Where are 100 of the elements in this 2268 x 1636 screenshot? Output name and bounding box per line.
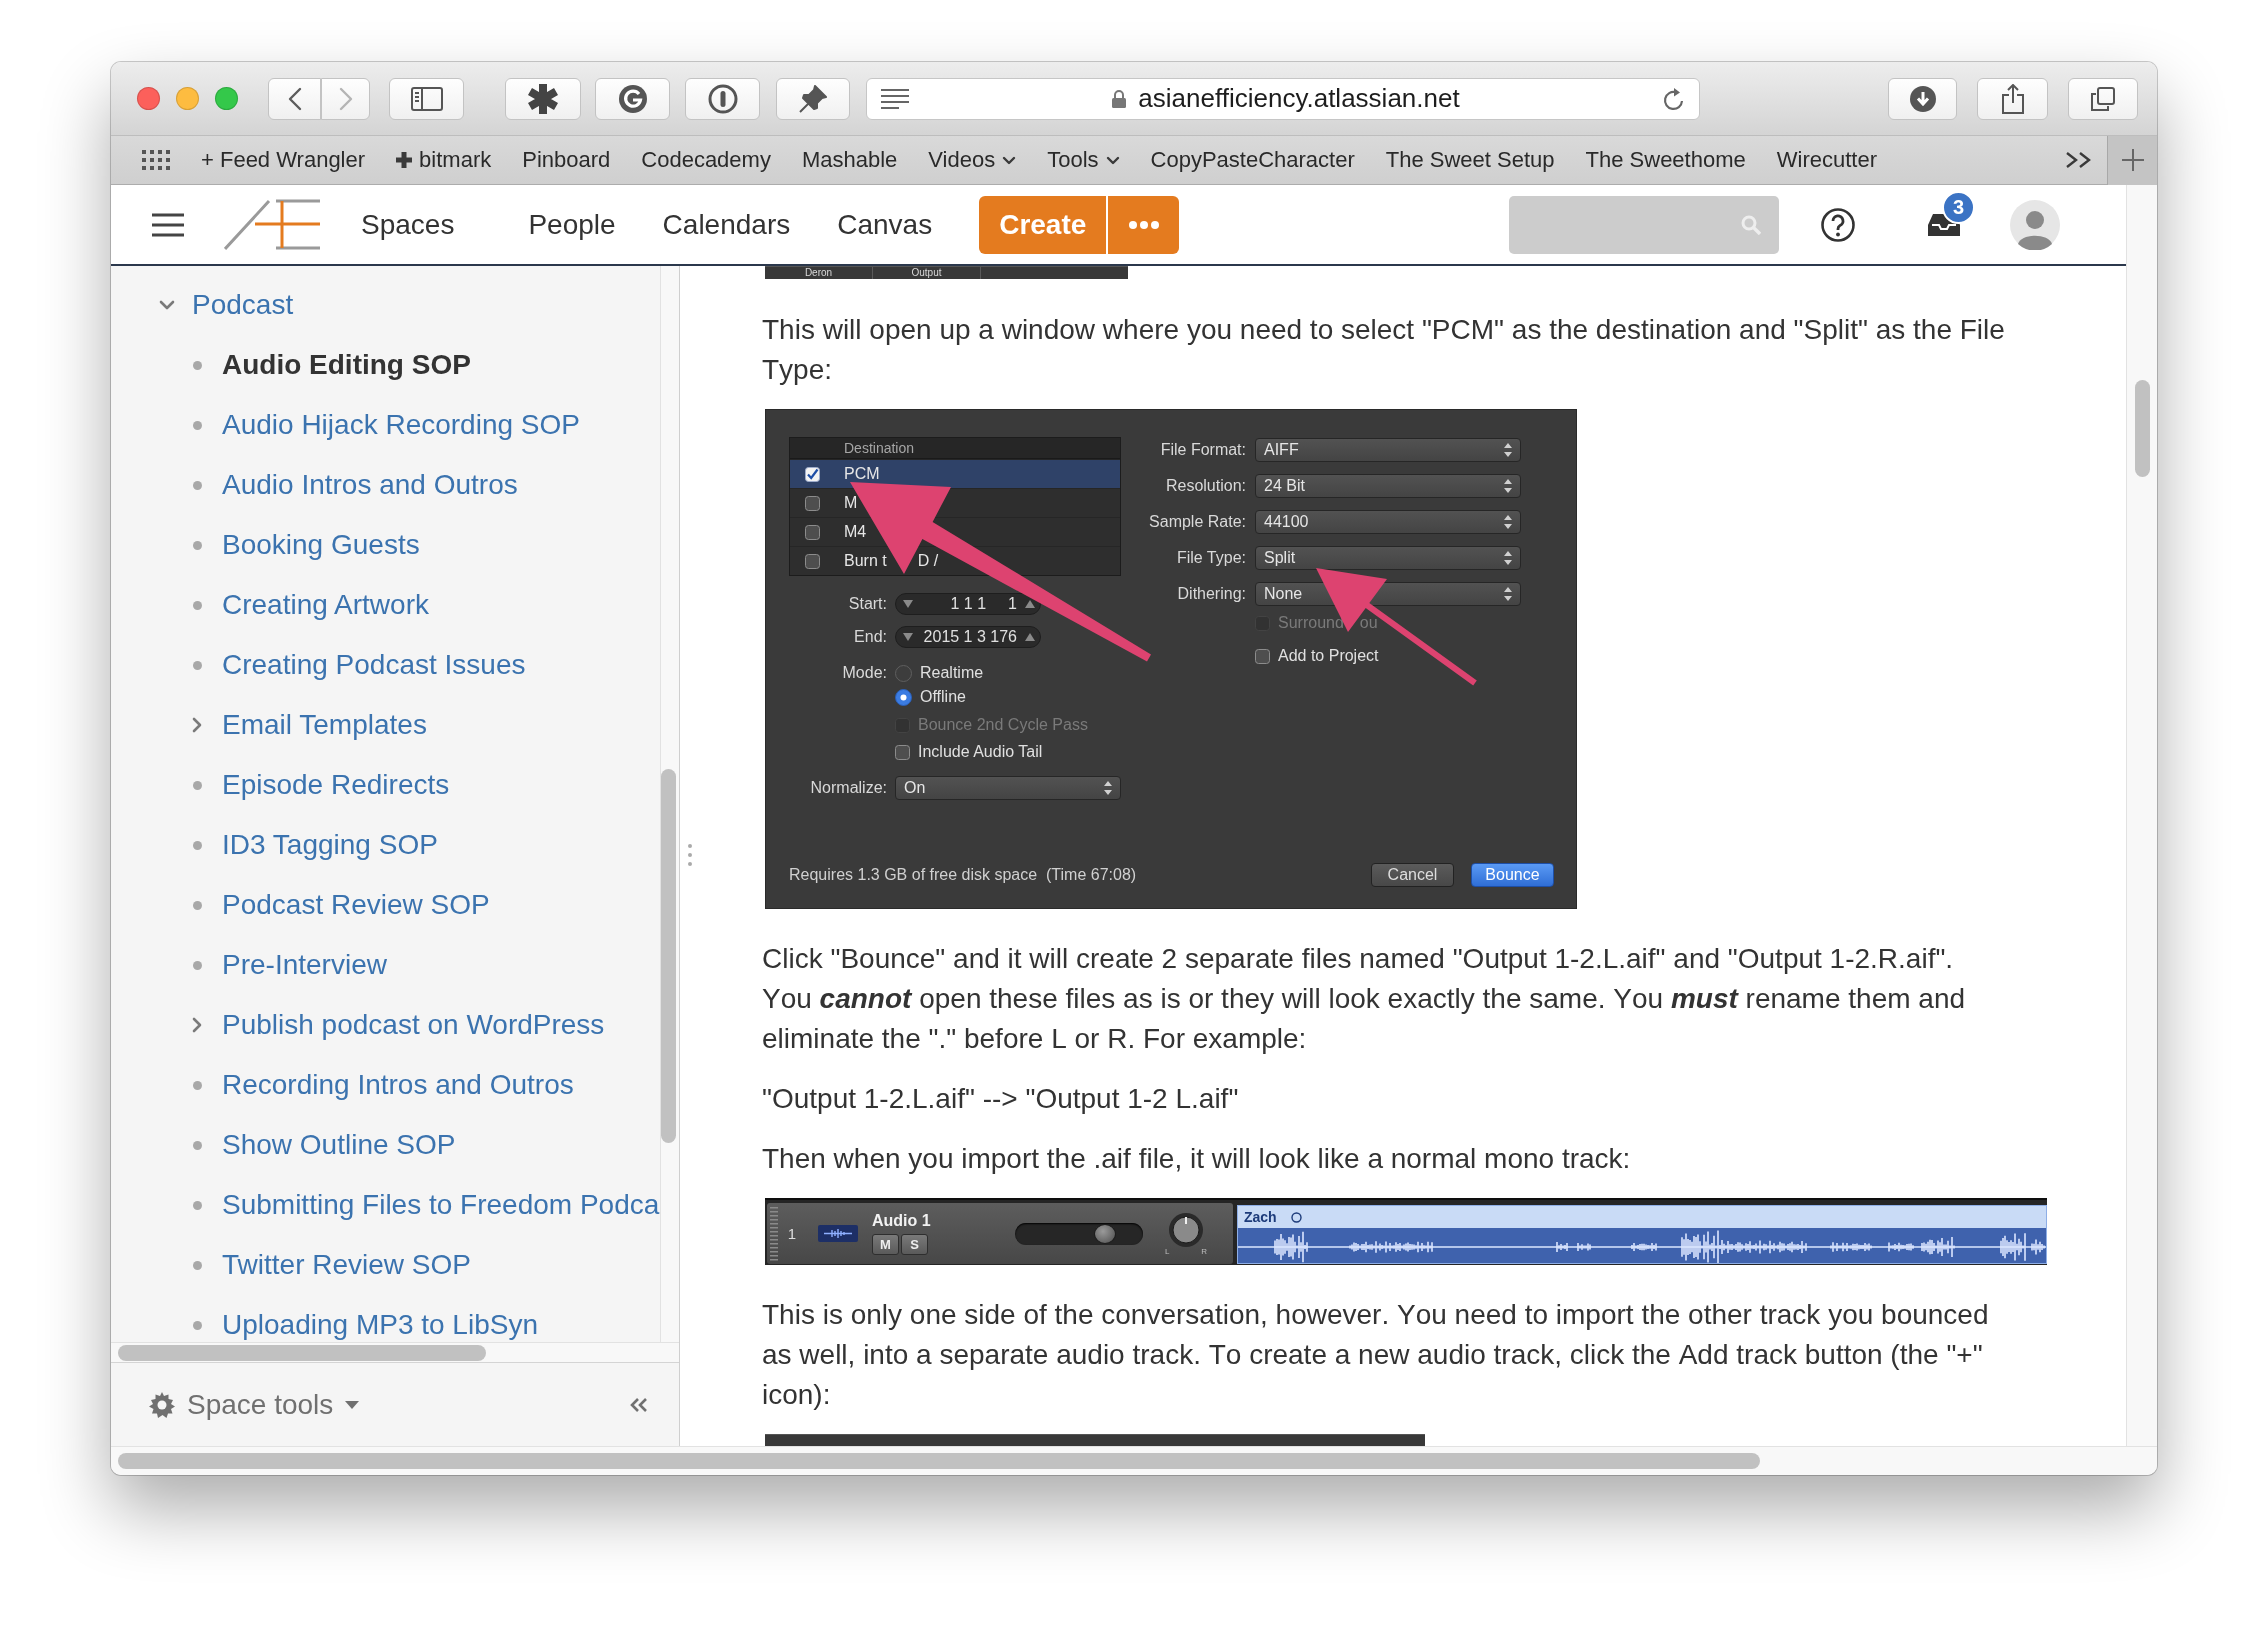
search-icon [1741,214,1761,235]
page-link[interactable]: Creating Artwork [222,589,429,621]
bookmark-link[interactable]: + Feed Wrangler [201,147,366,173]
dropdown[interactable]: 44100 [1255,510,1521,534]
drag-handle-icon[interactable] [688,844,692,866]
extension-button[interactable] [505,77,581,120]
grid-icon[interactable] [142,150,170,170]
address-field[interactable]: asianefficiency.atlassian.net [866,77,1700,120]
bullet-icon [192,1320,202,1330]
more-icon [1128,220,1159,229]
dropdown[interactable]: On [895,776,1121,800]
reload-icon[interactable] [1663,86,1685,111]
dropdown[interactable]: AIFF [1255,438,1521,462]
page-link[interactable]: Podcast [192,289,294,321]
radio-button[interactable] [895,688,912,706]
page-link[interactable]: Recording Intros and Outros [222,1069,574,1101]
page-link[interactable]: Booking Guests [222,529,420,561]
chevron-down-icon [1105,155,1120,165]
extension-button[interactable] [776,77,850,120]
track-name: Audio 1 [872,1212,932,1230]
page-link[interactable]: ID3 Tagging SOP [222,829,438,861]
extension-button[interactable] [685,77,760,120]
settings-icon [149,1391,175,1418]
bullet-icon [192,540,202,550]
bullet-icon [192,480,202,490]
bullet-icon [192,420,202,430]
dialog-button[interactable]: Bounce [1471,863,1554,887]
scrollbar-thumb[interactable] [2135,380,2150,477]
bookmark-link[interactable]: CopyPasteCharacter [1150,147,1355,173]
checkbox[interactable] [805,466,820,482]
page-link[interactable]: Episode Redirects [222,769,450,801]
more-button[interactable] [1108,195,1180,254]
tabs-button[interactable] [2068,77,2138,120]
nav-link[interactable]: Canvas [837,208,933,241]
track-button[interactable]: S [901,1234,928,1255]
page-link[interactable]: Podcast Review SOP [222,889,490,921]
knob-icon[interactable] [1168,1211,1204,1248]
checkbox[interactable] [1255,648,1270,664]
bullet-icon [192,600,202,610]
bookmark-link[interactable]: Wirecutter [1776,147,1877,173]
scrollbar-thumb[interactable] [118,1344,486,1361]
stepper-field[interactable]: 1 1 1 1 [895,593,1041,615]
checkbox[interactable] [895,744,910,760]
dialog-button[interactable]: Cancel [1371,863,1454,887]
page-link[interactable]: Creating Podcast Issues [222,649,526,681]
page-link[interactable]: Pre-Interview [222,949,387,981]
bookmark-link[interactable]: Pinboard [522,147,611,173]
nav-link[interactable]: People [528,208,616,241]
page-link[interactable]: Twitter Review SOP [222,1249,471,1281]
share-button[interactable] [1977,77,2048,120]
search-field[interactable] [1509,195,1779,254]
space-tools-button[interactable]: Space tools [149,1388,360,1421]
page-link[interactable]: Submitting Files to Freedom Podca [222,1189,660,1221]
nav-link[interactable]: Calendars [662,208,791,241]
extension-button[interactable] [595,77,670,120]
bookmark-link[interactable]: bitmark [396,147,492,173]
row-label: Burn t [844,552,887,570]
bookmark-link[interactable]: Mashable [801,147,898,173]
stepper-field[interactable]: 2015 1 3 176 [895,626,1041,648]
sidebar-button[interactable] [389,77,464,120]
close-button[interactable] [137,87,160,110]
list-row[interactable]: PCM [790,459,1120,488]
bookmark-link[interactable]: The Sweet Setup [1385,147,1555,173]
page-link[interactable]: Show Outline SOP [222,1129,456,1161]
page-link[interactable]: Audio Intros and Outros [222,469,518,501]
zoom-button[interactable] [215,87,238,110]
bookmark-link[interactable]: Tools [1047,147,1120,173]
page-link[interactable]: Uploading MP3 to LibSyn [222,1309,538,1341]
bullet-icon [192,360,202,370]
radio-button[interactable] [895,664,912,682]
page-link[interactable]: Audio Editing SOP [222,349,471,381]
new-tab-button[interactable] [2107,135,2157,185]
bookmark-link[interactable]: Codecademy [641,147,771,173]
page-link[interactable]: Publish podcast on WordPress [222,1009,605,1041]
scrollbar-thumb[interactable] [118,1453,1760,1469]
menu-icon[interactable] [152,212,184,237]
back-button[interactable] [268,77,321,120]
bookmark-link[interactable]: Videos [928,147,1017,173]
slider-thumb[interactable] [1093,1223,1116,1244]
scrollbar-thumb[interactable] [661,769,676,1143]
up-down-arrows-icon [1504,443,1512,457]
up-down-arrows-icon [1504,515,1512,529]
page-link[interactable]: Audio Hijack Recording SOP [222,409,580,441]
checkbox[interactable] [805,495,820,511]
double-chevron-right-icon[interactable] [2065,151,2093,169]
stepper-value: 1 1 1 [950,595,987,613]
double-chevron-left-icon[interactable] [629,1396,649,1413]
download-button[interactable] [1888,77,1957,120]
checkbox[interactable] [805,553,820,569]
bookmark-link[interactable]: The Sweethome [1585,147,1746,173]
dropdown[interactable]: Split [1255,546,1521,570]
nav-link[interactable]: Spaces [361,208,455,241]
dropdown[interactable]: 24 Bit [1255,474,1521,498]
help-icon[interactable] [1821,207,1855,242]
page-link[interactable]: Email Templates [222,709,427,741]
avatar-icon[interactable] [2010,199,2060,250]
checkbox[interactable] [805,524,820,540]
url-text: asianefficiency.atlassian.net [1138,83,1460,114]
track-button[interactable]: M [872,1234,899,1255]
logo-icon[interactable] [224,198,321,251]
